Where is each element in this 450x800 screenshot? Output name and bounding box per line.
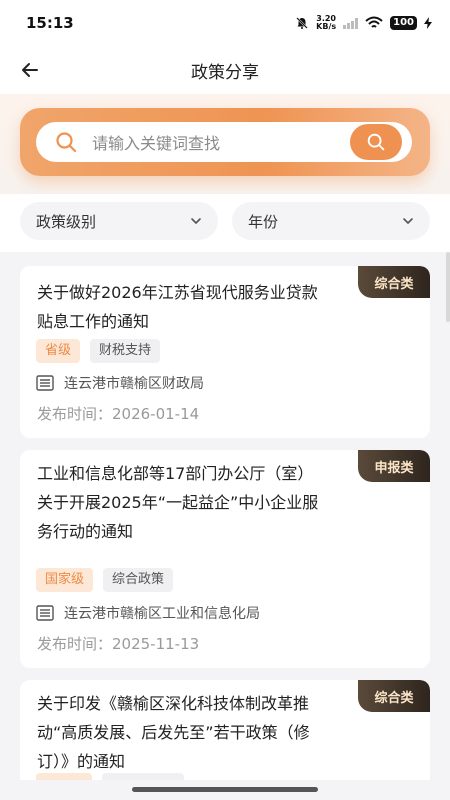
wifi-icon — [365, 16, 383, 28]
building-icon — [36, 375, 54, 391]
search-button[interactable] — [350, 124, 402, 160]
policy-title: 关于做好2026年江苏省现代服务业贷款贴息工作的通知 — [37, 283, 318, 331]
home-indicator[interactable] — [132, 787, 318, 792]
department-name: 连云港市赣榆区财政局 — [64, 376, 204, 392]
filter-label: 年份 — [248, 212, 279, 231]
building-icon — [36, 605, 54, 621]
search-area: 请输入关键词查找 — [0, 94, 450, 194]
search-input[interactable]: 请输入关键词查找 — [36, 122, 412, 162]
level-tag: 国家级 — [36, 568, 94, 592]
department-name: 连云港市赣榆区工业和信息化局 — [64, 606, 260, 622]
policy-card[interactable]: 申报类 工业和信息化部等17部门办公厅（室）关于开展2025年“一起益企”中小企… — [20, 450, 430, 668]
scrollbar[interactable] — [446, 252, 450, 322]
search-icon — [56, 132, 77, 153]
type-tag: 综合政策 — [103, 568, 174, 592]
department-row: 连云港市赣榆区财政局 — [36, 373, 204, 393]
back-button[interactable] — [16, 56, 44, 84]
status-icons: 3.20 KB/s 100 — [295, 15, 432, 31]
status-time: 15:13 — [26, 14, 74, 32]
filter-label: 政策级别 — [36, 212, 97, 231]
search-bar: 请输入关键词查找 — [20, 108, 430, 176]
policy-tags: 国家级 综合政策 — [36, 568, 174, 592]
filter-policy-level[interactable]: 政策级别 — [20, 202, 218, 240]
network-speed: 3.20 KB/s — [316, 15, 336, 31]
battery-level: 100 — [390, 16, 417, 30]
publish-date: 发布时间：2026-01-14 — [37, 405, 200, 423]
status-bar: 15:13 3.20 KB/s 100 — [0, 0, 450, 46]
filter-bar: 政策级别 年份 — [0, 194, 450, 252]
policy-title: 关于印发《赣榆区深化科技体制改革推动“高质发展、后发先至”若干政策（修订）》的通… — [37, 694, 310, 771]
chevron-down-icon — [403, 218, 413, 224]
search-icon — [367, 133, 385, 151]
chevron-down-icon — [191, 218, 201, 224]
net-speed-unit: KB/s — [316, 22, 337, 31]
mute-bell-icon — [296, 17, 308, 29]
charging-icon — [424, 17, 432, 29]
page-title: 政策分享 — [191, 62, 259, 83]
filter-year[interactable]: 年份 — [232, 202, 430, 240]
policy-title: 工业和信息化部等17部门办公厅（室）关于开展2025年“一起益企”中小企业服务行… — [37, 464, 319, 541]
level-tag: 省级 — [36, 339, 81, 363]
category-badge: 申报类 — [358, 450, 430, 482]
search-placeholder: 请输入关键词查找 — [92, 134, 221, 153]
publish-date: 发布时间：2025-11-13 — [37, 635, 200, 653]
signal-icon — [343, 17, 359, 29]
category-badge: 综合类 — [358, 680, 430, 712]
arrow-left-icon — [22, 63, 38, 77]
type-tag: 财税支持 — [90, 339, 161, 363]
page-header: 政策分享 — [0, 46, 450, 94]
policy-tags: 省级 财税支持 — [36, 339, 161, 363]
policy-card[interactable]: 综合类 关于做好2026年江苏省现代服务业贷款贴息工作的通知 省级 财税支持 连… — [20, 266, 430, 438]
department-row: 连云港市赣榆区工业和信息化局 — [36, 603, 260, 623]
category-badge: 综合类 — [358, 266, 430, 298]
